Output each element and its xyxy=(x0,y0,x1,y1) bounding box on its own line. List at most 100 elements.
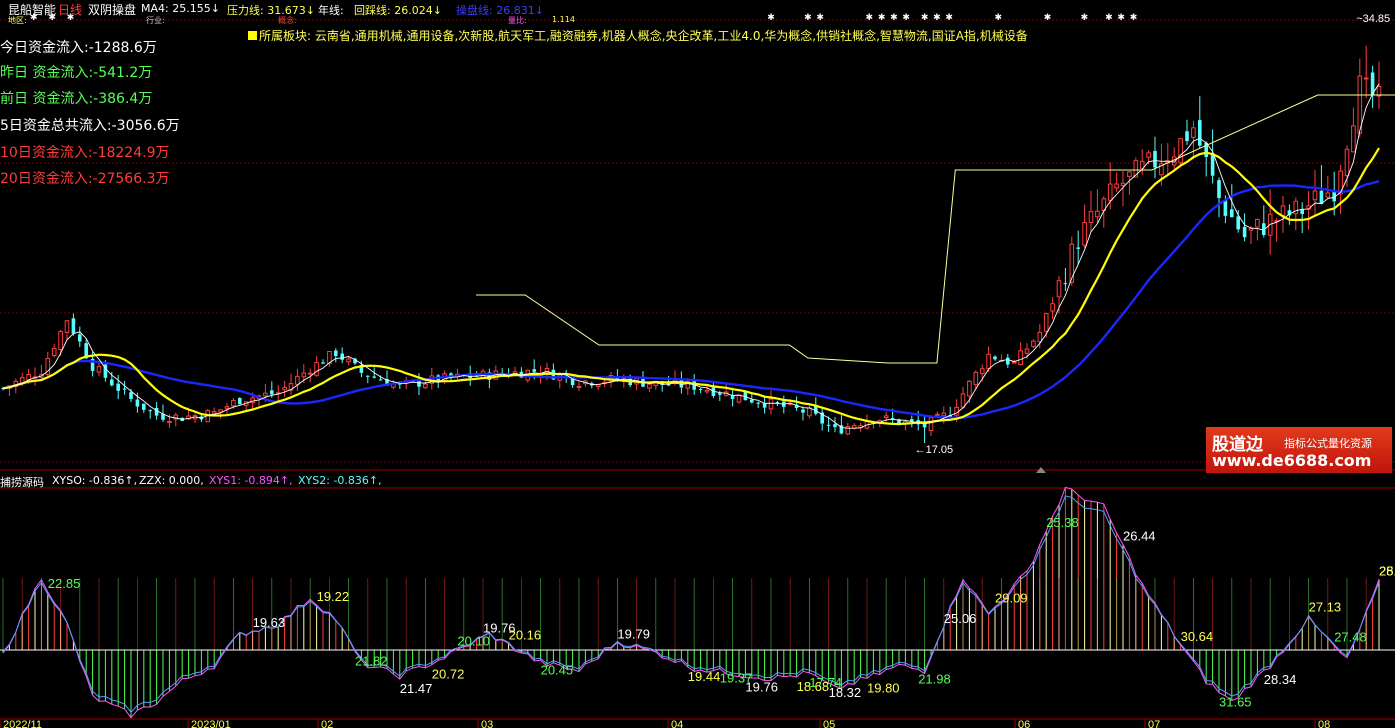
candle-body xyxy=(967,380,972,397)
candle xyxy=(192,412,198,424)
candle-body xyxy=(1312,190,1318,201)
candle-body xyxy=(1344,148,1350,177)
candle-body xyxy=(110,379,114,386)
osc-value-label: 19.22 xyxy=(317,589,350,604)
candle-body xyxy=(1107,183,1113,201)
candle xyxy=(366,375,370,384)
osc-value-label: 27.13 xyxy=(1309,600,1342,615)
concept-label: 概念: xyxy=(278,16,297,25)
candle-body xyxy=(750,399,754,403)
candle-body xyxy=(1248,228,1254,231)
candle-body xyxy=(1114,183,1119,189)
candle-body xyxy=(768,398,774,410)
candle-body xyxy=(1037,331,1043,343)
osc-value-label: 31.65 xyxy=(1219,695,1252,710)
osc-value-label: 20.72 xyxy=(432,667,465,682)
candle-body xyxy=(1223,200,1228,216)
candle-body xyxy=(960,393,966,408)
candle-body xyxy=(314,362,319,376)
x-tick-label: 2023/01 xyxy=(191,719,231,728)
watermark-banner[interactable]: 股道边 指标公式量化资源 www.de6688.com xyxy=(1206,427,1392,473)
candle xyxy=(51,343,57,358)
candle-body xyxy=(1031,340,1036,347)
candle xyxy=(801,406,805,421)
candle xyxy=(1248,226,1254,245)
candle-body xyxy=(263,392,268,397)
candle xyxy=(173,412,179,427)
candle-body xyxy=(993,356,997,360)
candle xyxy=(116,374,120,400)
candle-body xyxy=(1082,222,1087,246)
candle xyxy=(762,396,767,414)
candle xyxy=(327,350,332,367)
candle xyxy=(1217,177,1221,218)
signal-star-icon: ✱ xyxy=(866,12,874,22)
osc-name: 捕捞源码 xyxy=(0,476,44,489)
osc-value-label: 21.98 xyxy=(918,671,951,686)
candle xyxy=(756,401,760,408)
candle-body xyxy=(576,385,582,388)
candle xyxy=(1153,136,1157,179)
candle xyxy=(78,326,82,348)
candle xyxy=(794,396,799,411)
candle xyxy=(768,390,774,415)
candle xyxy=(576,381,582,392)
signal-star-icon: ✱ xyxy=(816,12,824,22)
candle-body xyxy=(1191,127,1196,138)
candle xyxy=(122,381,127,395)
indicator-name[interactable]: 双阴操盘 xyxy=(88,1,136,18)
candle-body xyxy=(1076,247,1080,249)
osc-value-label: 18.32 xyxy=(829,685,862,700)
sector-square-icon xyxy=(248,31,257,40)
candle-body xyxy=(1069,243,1075,283)
osc-value-label: 20.16 xyxy=(509,627,542,642)
candle xyxy=(1063,268,1068,291)
candle xyxy=(1031,339,1036,349)
candle xyxy=(839,415,844,435)
x-tick-label: 07 xyxy=(1148,719,1160,728)
x-tick-label: 05 xyxy=(823,719,835,728)
osc-xys2: XYS2: -0.836↑, xyxy=(298,474,382,487)
chart-canvas[interactable]: ✱ ✱ ✱ ✱ ✱ ✱ ✱ ✱ ✱ ✱ ✱ ✱ ✱ ✱ ✱ ✱ ✱ ✱ ✱←17.05~34.85 22.8519.… xyxy=(0,0,1395,728)
watermark-slogan: 指标公式量化资源 xyxy=(1284,437,1372,450)
candle-body xyxy=(801,409,805,413)
period-label[interactable]: 日线 xyxy=(58,1,82,18)
candle xyxy=(1101,196,1107,228)
candle xyxy=(922,414,927,444)
candle-body xyxy=(116,383,120,391)
candle-body xyxy=(1088,211,1094,223)
candle xyxy=(1370,65,1375,108)
candle xyxy=(423,380,428,390)
candle xyxy=(928,416,934,436)
candle xyxy=(960,386,966,408)
signal-star-icon: ✱ xyxy=(1044,12,1052,22)
candle xyxy=(583,380,588,387)
osc-value-label: 19.44 xyxy=(688,669,721,684)
x-tick-label: 2022/11 xyxy=(3,719,42,728)
candle-body xyxy=(135,399,140,407)
candle xyxy=(590,381,594,389)
candle-body xyxy=(64,320,70,333)
osc-value-label: 25.06 xyxy=(944,611,977,626)
candle xyxy=(1262,205,1266,238)
signal-star-icon: ✱ xyxy=(1130,12,1138,22)
candle-body xyxy=(378,379,383,381)
volume-ratio-label: 量比: xyxy=(508,16,527,25)
osc-xys1: XYS1: -0.894↑, xyxy=(209,474,293,487)
osc-value-label: 29.09 xyxy=(995,591,1028,606)
fund-flow-line: 10日资金流入:-18224.9万 xyxy=(0,145,170,161)
candle xyxy=(1088,190,1094,232)
candle xyxy=(1319,165,1324,205)
industry-label: 行业: xyxy=(146,16,165,25)
candle-body xyxy=(826,424,831,426)
candle xyxy=(1050,297,1055,320)
candle-body xyxy=(1018,350,1023,366)
candle xyxy=(1018,342,1023,366)
candle-body xyxy=(96,366,102,373)
pressure-value: 压力线: 31.673↓ xyxy=(227,4,315,17)
candle xyxy=(1363,45,1369,99)
signal-star-icon: ✱ xyxy=(995,12,1003,22)
candle-body xyxy=(1198,120,1202,146)
signal-star-icon: ✱ xyxy=(902,12,910,22)
candle xyxy=(282,380,287,397)
